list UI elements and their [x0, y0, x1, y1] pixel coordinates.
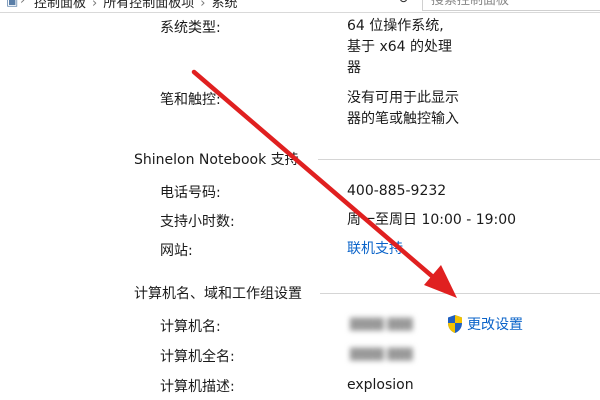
breadcrumb-item[interactable]: 控制面板 [34, 0, 86, 11]
computer-description-value: explosion [347, 377, 414, 393]
computer-description-label: 计算机描述: [160, 379, 235, 395]
search-input[interactable]: 搜索控制面板 [422, 0, 600, 11]
phone-label: 电话号码: [160, 185, 221, 201]
change-settings-label: 更改设置 [467, 317, 523, 333]
online-support-link[interactable]: 联机支持 [347, 239, 403, 260]
breadcrumb: 控制面板 › 所有控制面板项 › 系统 [34, 0, 237, 11]
website-label: 网站: [160, 243, 193, 259]
refresh-icon[interactable]: ↻ [398, 0, 409, 7]
breadcrumb-separator-icon: › [200, 0, 206, 11]
system-type-value-line: 64 位操作系统, [347, 18, 444, 34]
control-panel-icon: ▣ [6, 0, 19, 9]
breadcrumb-item[interactable]: 所有控制面板项 [103, 0, 194, 11]
address-bar: ▣ › 控制面板 › 所有控制面板项 › 系统 ↻ 搜索控制面板 [0, 0, 600, 13]
change-settings-button[interactable]: 更改设置 [446, 313, 523, 335]
system-type-value: 64 位操作系统, 基于 x64 的处理 器 [347, 16, 452, 79]
pen-touch-value-line: 没有可用于此显示 [347, 90, 459, 106]
support-hours-value: 周一至周日 10:00 - 19:00 [347, 212, 517, 228]
phone-value: 400-885-9232 [347, 183, 447, 199]
support-hours-label: 支持小时数: [160, 214, 235, 230]
section-divider [320, 293, 600, 294]
computer-name-label: 计算机名: [160, 319, 221, 335]
computer-fullname-value-redacted: ████ ███ [350, 348, 413, 361]
annotation-arrow [191, 69, 457, 298]
computer-fullname-label: 计算机全名: [160, 349, 235, 365]
pen-touch-value-line: 器的笔或触控输入 [347, 111, 459, 127]
system-type-label: 系统类型: [160, 20, 221, 36]
pen-touch-value: 没有可用于此显示 器的笔或触控输入 [347, 88, 459, 130]
computer-name-value-redacted: ████ ███ [350, 318, 413, 331]
breadcrumb-item[interactable]: 系统 [211, 0, 237, 11]
uac-shield-icon [448, 315, 462, 333]
support-section-title: Shinelon Notebook 支持 [134, 152, 299, 168]
chevron-right-icon[interactable]: › [20, 0, 25, 8]
computer-section-title: 计算机名、域和工作组设置 [134, 286, 302, 302]
pen-touch-label: 笔和触控: [160, 92, 221, 108]
breadcrumb-separator-icon: › [92, 0, 98, 11]
section-divider [318, 159, 600, 160]
system-type-value-line: 器 [347, 60, 361, 76]
system-type-value-line: 基于 x64 的处理 [347, 39, 452, 55]
